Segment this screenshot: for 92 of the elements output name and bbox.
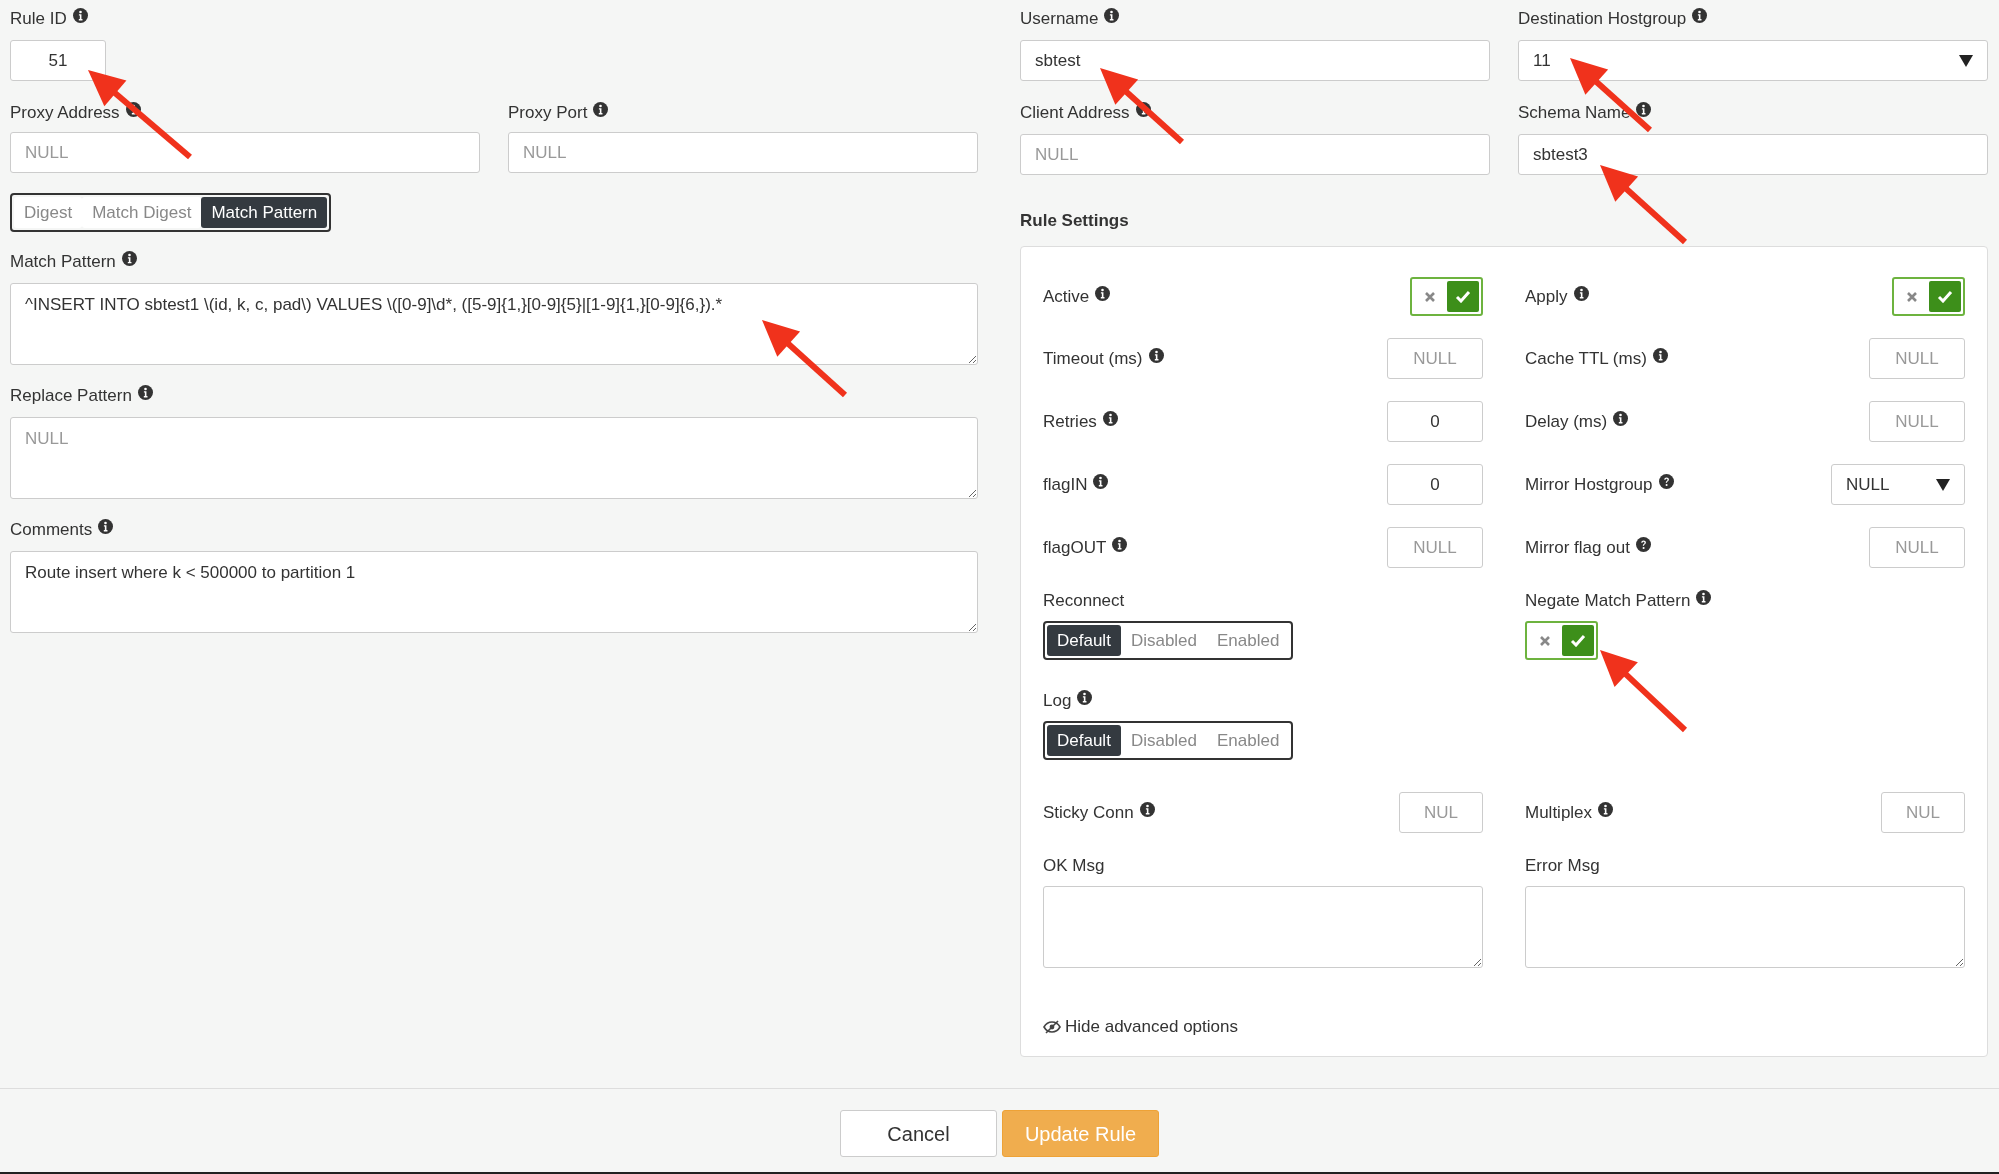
mode-tab[interactable]: Digest <box>14 197 83 228</box>
toggle-switch[interactable] <box>1892 277 1965 316</box>
field-label: Client Address <box>1020 102 1130 124</box>
number-field[interactable]: NUL <box>1399 792 1483 833</box>
number-field[interactable]: NUL <box>1881 792 1965 833</box>
mirror-hostgroup-select[interactable]: NULL <box>1831 464 1965 505</box>
field-label: Reconnect <box>1043 590 1125 612</box>
number-field[interactable]: NULL <box>1869 338 1965 379</box>
client-address-field[interactable]: NULL <box>1020 134 1490 175</box>
help-icon <box>1635 536 1651 552</box>
message-field[interactable] <box>1525 886 1965 968</box>
field-label: Log <box>1043 690 1072 712</box>
text-area-field[interactable]: NULL <box>10 417 978 499</box>
option-tab[interactable]: Default <box>1047 625 1121 656</box>
message-field[interactable] <box>1043 886 1483 968</box>
field-label: flagIN <box>1043 473 1088 496</box>
field-label: Destination Hostgroup <box>1518 8 1687 30</box>
field-label: Proxy Port <box>508 102 588 124</box>
option-tab[interactable]: Default <box>1047 725 1121 756</box>
info-icon <box>1636 102 1652 117</box>
info-icon <box>98 519 114 534</box>
rule-id-field[interactable]: 51 <box>10 40 106 81</box>
field-label: Multiplex <box>1525 801 1593 824</box>
text-area-field[interactable]: ^INSERT INTO sbtest1 \(id, k, c, pad\) VALUES \([0-9]\d*, ([5-9]{1,}[0-9]{5}|[1-9]{1,}[0-9]{6,}).* <box>10 283 978 365</box>
field-label: Active <box>1043 285 1090 308</box>
field-label: flagOUT <box>1043 536 1107 559</box>
check-icon <box>1454 290 1471 303</box>
info-icon <box>593 102 609 117</box>
number-field[interactable]: NULL <box>1387 338 1483 379</box>
schema-name-field[interactable]: sbtest3 <box>1518 134 1988 175</box>
field-label: Match Pattern <box>10 251 116 273</box>
number-field[interactable]: 0 <box>1387 464 1483 505</box>
field-label: Proxy Address <box>10 102 120 124</box>
field-label: OK Msg <box>1043 855 1105 877</box>
field-label: Replace Pattern <box>10 385 132 407</box>
eye-slash-icon <box>1043 1019 1061 1034</box>
info-icon <box>1093 473 1109 489</box>
field-label: Retries <box>1043 410 1097 433</box>
info-icon <box>137 385 153 400</box>
info-icon <box>1139 801 1155 817</box>
info-icon <box>1148 347 1164 363</box>
info-icon <box>1652 347 1668 363</box>
field-label: Mirror Hostgroup <box>1525 473 1653 496</box>
field-label: Apply <box>1525 285 1568 308</box>
field-label: Sticky Conn <box>1043 801 1134 824</box>
toggle-switch[interactable] <box>1525 621 1598 660</box>
caret-icon <box>1936 478 1950 491</box>
proxy-address-field[interactable]: NULL <box>10 132 480 173</box>
field-label: Rule ID <box>10 8 67 30</box>
number-field[interactable]: 0 <box>1387 401 1483 442</box>
field-label: Cache TTL (ms) <box>1525 347 1647 370</box>
number-field[interactable]: NULL <box>1387 527 1483 568</box>
info-icon <box>1104 8 1120 23</box>
info-icon <box>1573 285 1589 301</box>
number-field[interactable]: NULL <box>1869 527 1965 568</box>
toggle-switch[interactable] <box>1410 277 1483 316</box>
mode-tab[interactable]: Match Digest <box>82 197 202 228</box>
close-icon <box>1906 290 1919 303</box>
field-label: Username <box>1020 8 1099 30</box>
info-icon <box>1692 8 1708 23</box>
number-field[interactable]: NULL <box>1869 401 1965 442</box>
info-icon <box>1095 285 1111 301</box>
info-icon <box>1112 536 1128 552</box>
info-icon <box>72 8 88 23</box>
info-icon <box>1135 102 1151 117</box>
proxy-port-field[interactable]: NULL <box>508 132 978 173</box>
info-icon <box>1077 690 1093 705</box>
hostgroup-select[interactable]: 11 <box>1518 40 1988 81</box>
text-area-field[interactable]: Route insert where k < 500000 to partition 1 <box>10 551 978 633</box>
info-icon <box>1696 590 1712 605</box>
info-icon <box>121 251 137 266</box>
field-label: Comments <box>10 519 93 541</box>
info-icon <box>1598 801 1614 817</box>
close-icon <box>1424 290 1437 303</box>
field-label: Error Msg <box>1525 855 1600 877</box>
info-icon <box>125 102 141 117</box>
check-icon <box>1936 290 1953 303</box>
username-field[interactable]: sbtest <box>1020 40 1490 81</box>
check-icon <box>1569 634 1586 647</box>
field-label: Delay (ms) <box>1525 410 1608 433</box>
close-icon <box>1539 634 1552 647</box>
cancel-button[interactable]: Cancel <box>840 1110 997 1157</box>
info-icon <box>1102 410 1118 426</box>
hide-advanced-link[interactable]: Hide advanced options <box>1043 1014 1238 1040</box>
help-icon <box>1658 473 1674 489</box>
field-label: Negate Match Pattern <box>1525 590 1691 612</box>
field-label: Mirror flag out <box>1525 536 1630 559</box>
mode-tab[interactable]: Match Pattern <box>201 197 328 228</box>
caret-icon <box>1959 54 1973 67</box>
info-icon <box>1613 410 1629 426</box>
field-label: Timeout (ms) <box>1043 347 1143 370</box>
section-title: Rule Settings <box>1020 210 1130 232</box>
